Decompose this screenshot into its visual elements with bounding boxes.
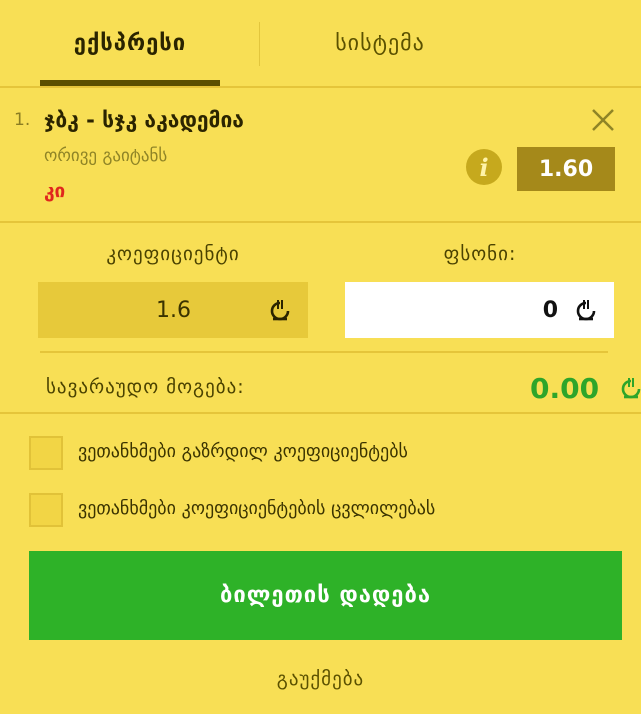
divider xyxy=(40,351,608,353)
accept-odds-change-label[interactable]: ვეთანხმები კოეფიციენტების ცვლილებას xyxy=(78,498,435,519)
accept-higher-odds-label[interactable]: ვეთანხმები გაზრდილ კოეფიციენტებს xyxy=(78,441,408,462)
lari-icon xyxy=(270,300,290,321)
bet-pick: კი xyxy=(44,180,66,202)
lari-icon xyxy=(576,300,596,321)
divider xyxy=(0,412,641,414)
place-bet-button[interactable]: ბილეთის დადება xyxy=(29,551,622,640)
lari-icon xyxy=(621,378,641,399)
odds-badge: 1.60 xyxy=(517,147,615,191)
tab-express[interactable]: ექსპრესი xyxy=(40,0,220,86)
cancel-button[interactable]: გაუქმება xyxy=(0,668,641,690)
stake-value: 0 xyxy=(542,297,558,323)
possible-win-value: 0.00 xyxy=(530,372,600,405)
possible-win-label: სავარაუდო მოგება: xyxy=(46,376,245,398)
divider xyxy=(0,86,641,88)
info-icon[interactable]: i xyxy=(466,149,502,185)
tab-system[interactable]: სისტემა xyxy=(260,0,500,86)
accept-odds-change-checkbox[interactable] xyxy=(29,493,63,527)
bet-index: 1. xyxy=(14,110,31,130)
coef-value: 1.6 xyxy=(156,297,191,323)
bet-title: ჯბკ - სჯკ აკადემია xyxy=(44,108,244,132)
bet-market: ორივე გაიტანს xyxy=(44,146,168,166)
betslip-tabs: ექსპრესი სისტემა xyxy=(0,0,641,86)
divider xyxy=(0,221,641,223)
accept-higher-odds-checkbox[interactable] xyxy=(29,436,63,470)
stake-label: ფსონი: xyxy=(443,243,517,265)
stake-input[interactable]: 0 xyxy=(345,282,614,338)
coef-label: კოეფიციენტი xyxy=(106,243,240,265)
coef-field: 1.6 xyxy=(38,282,308,338)
close-icon[interactable] xyxy=(590,107,616,133)
